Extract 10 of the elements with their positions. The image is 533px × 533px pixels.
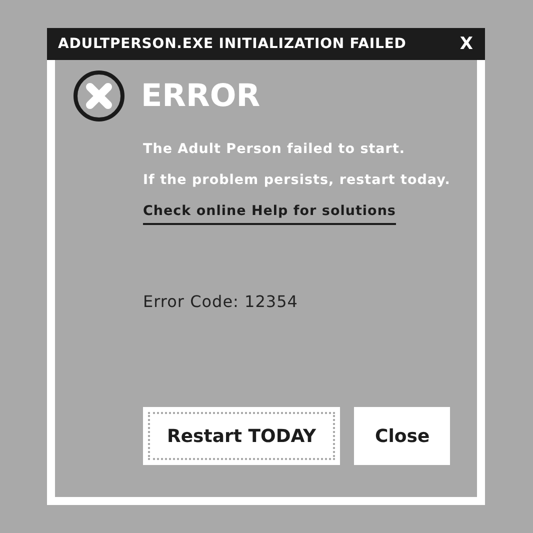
error-icon [73,70,125,122]
error-code: Error Code: 12354 [143,292,298,311]
error-message: The Adult Person failed to start. [143,140,406,159]
error-heading: ERROR [141,78,260,114]
window-close-button[interactable]: X [460,34,473,54]
help-link[interactable]: Check online Help for solutions [143,199,396,225]
restart-button[interactable]: Restart TODAY [143,407,340,465]
close-button[interactable]: Close [354,407,450,465]
window-title: ADULTPERSON.EXE INITIALIZATION FAILED [58,36,406,52]
error-message: If the problem persists, restart today. [143,171,450,190]
